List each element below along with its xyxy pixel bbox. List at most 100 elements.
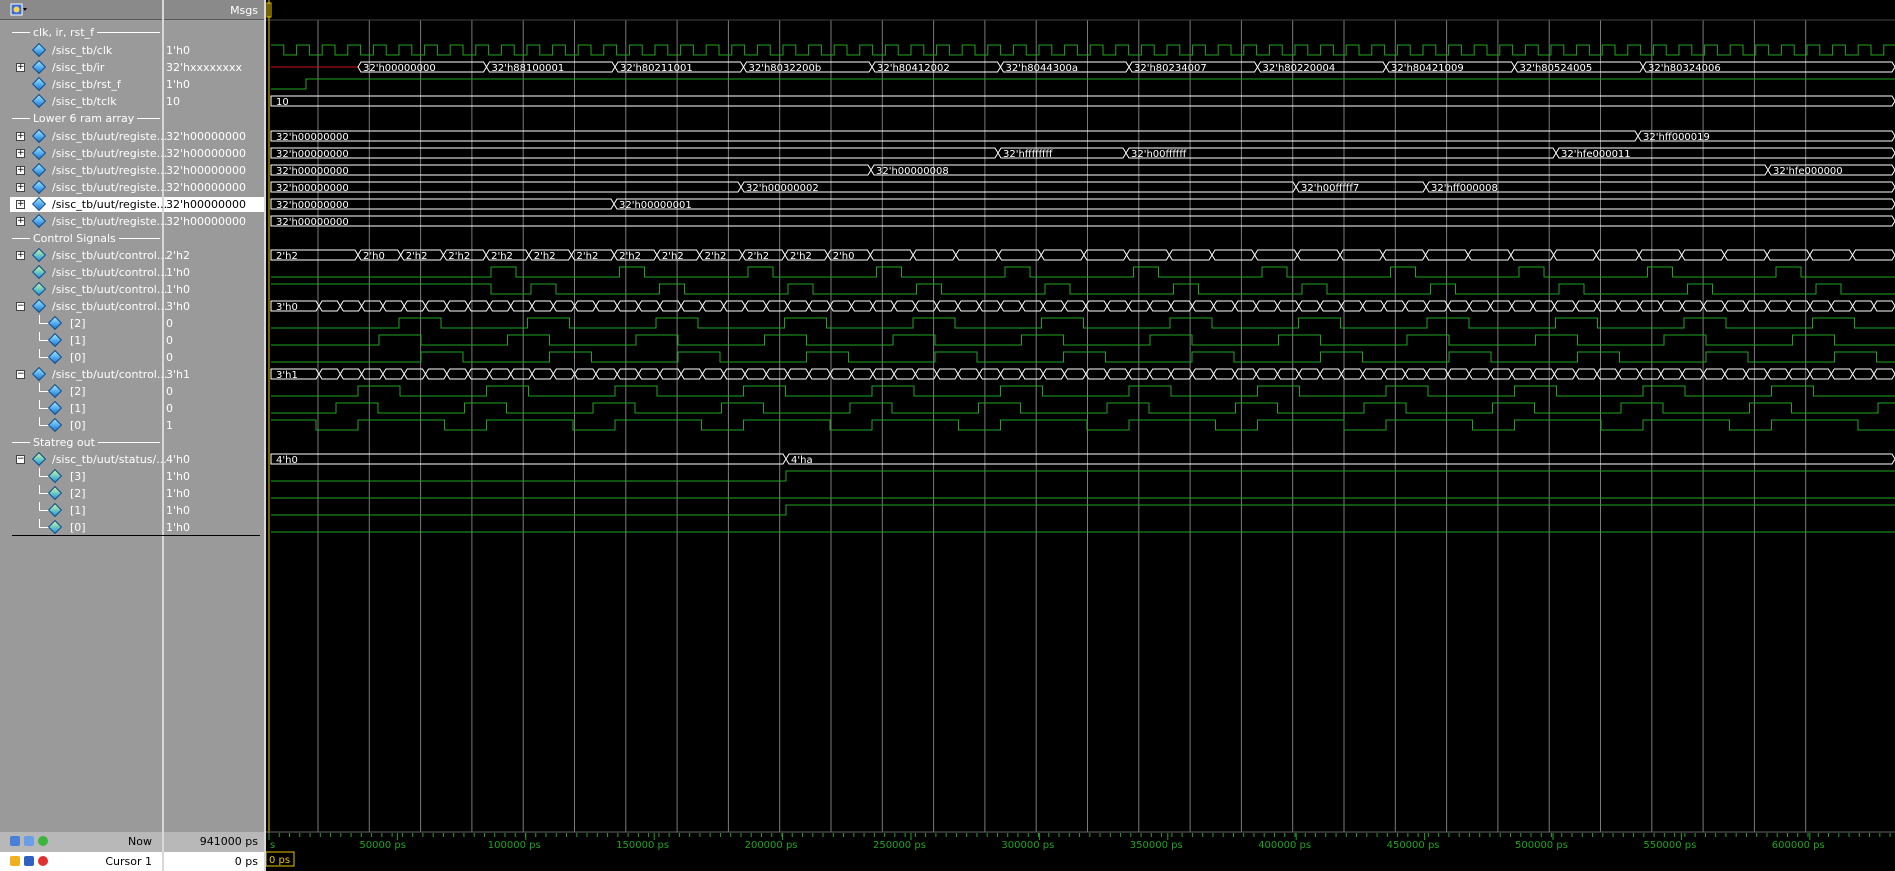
ir-bus-label: 32'h8044300a [1006,63,1078,74]
ctl0-bus-label: 2'h2 [577,251,599,262]
ctl3-bus-segment [1852,300,1875,312]
signal-name: [0] [70,419,86,432]
ctl4-bus-segment [765,368,789,380]
timeline-tick-label: 50000 ps [359,840,406,851]
ctl3-bus-segment [1042,300,1066,312]
ctl4-bus-label: 3'h1 [276,370,298,381]
expand-icon[interactable]: + [16,200,25,209]
expand-icon[interactable]: + [16,217,25,226]
ctl4-bus-segment [1489,368,1513,380]
expand-icon[interactable]: + [16,251,25,260]
reg1-bus-label: 32'h00000000 [276,149,349,160]
waveform-pane[interactable]: 32'h00000000 32'h88100001 32'h80211001 32'h… [266,0,1895,871]
output-signal-icon [31,451,47,467]
signal-row[interactable]: + /sisc_tb/uut/control... 2'h2 [0,247,264,264]
signal-row[interactable]: − /sisc_tb/uut/status/... 4'h0 [0,451,264,468]
signal-row[interactable]: [2] 0 [0,315,264,332]
expand-icon[interactable]: + [16,149,25,158]
waveform-canvas[interactable]: 32'h00000000 32'h88100001 32'h80211001 32'h… [266,0,1895,871]
ctl3-bus-segment [1426,300,1449,312]
signal-row[interactable]: + /sisc_tb/ir 32'hxxxxxxxx [0,59,264,76]
signal-row[interactable]: /sisc_tb/tclk 10 [0,93,264,110]
signal-row[interactable]: /sisc_tb/uut/control... 1'h0 [0,281,264,298]
ctl4-bus-segment [403,368,427,380]
ctl3-bus-segment [616,300,640,312]
signal-value: 32'h00000000 [166,215,246,228]
pencil-icon[interactable] [24,856,34,866]
signal-row[interactable]: [0] 1'h0 [0,519,264,536]
ctl4-bus-segment [1234,368,1257,380]
ctl3-bus-segment [701,300,725,312]
signal-row[interactable]: /sisc_tb/uut/control... 1'h0 [0,264,264,281]
signal-row[interactable]: + /sisc_tb/uut/registe... 32'h00000000 [0,128,264,145]
signal-row-selected[interactable]: + /sisc_tb/uut/registe... 32'h00000000 [0,196,264,213]
reg0-bus-segment [270,130,1639,142]
input-signal-icon [47,349,63,365]
ctl0-bus-segment [1510,249,1555,261]
signal-row[interactable]: − /sisc_tb/uut/control... 3'h1 [0,366,264,383]
ctl0-bus-segment [1766,249,1811,261]
output-signal-icon [47,502,63,518]
ctl3-bus-segment [1191,300,1215,312]
delete-cursor-icon[interactable] [38,856,48,866]
ir-bus-label: 32'h80220004 [1263,63,1336,74]
ctl0-bus-label: 2'h2 [619,251,641,262]
signal-row[interactable]: /sisc_tb/rst_f 1'h0 [0,76,264,93]
reg3-bus-label: 32'hff000008 [1431,183,1498,194]
cursor-bar-values: 941000 ps 0 ps [164,832,264,871]
ctl3-bus-segment [1532,300,1555,312]
ctl0-bus-segment [1595,249,1640,261]
reg3-bus-label: 32'h00000002 [746,183,819,194]
zoom-icon[interactable] [10,836,20,846]
expand-icon[interactable]: + [16,63,25,72]
now-value: 941000 ps [199,835,258,848]
ctl0-bus-label: 2'h0 [363,251,385,262]
collapse-icon[interactable]: − [16,455,25,464]
ctl4-bus-segment [1213,368,1236,380]
output-signal-icon [47,468,63,484]
signal-row[interactable]: /sisc_tb/clk 1'h0 [0,42,264,59]
signal-row[interactable]: + /sisc_tb/uut/registe... 32'h00000000 [0,213,264,230]
signal-row[interactable]: [1] 1'h0 [0,502,264,519]
signal-row[interactable]: [3] 1'h0 [0,468,264,485]
expand-icon[interactable]: + [16,132,25,141]
ctl3-bus-segment [424,300,448,312]
signal-row[interactable]: [0] 1 [0,417,264,434]
reg4-bus-label: 32'h00000000 [276,200,349,211]
signal-row[interactable]: + /sisc_tb/uut/registe... 32'h00000000 [0,145,264,162]
expand-icon[interactable]: + [16,183,25,192]
output-signal-icon [47,485,63,501]
reg0-bus-label: 32'h00000000 [276,132,349,143]
ctl3-bus-segment [1383,300,1406,312]
cursor-row[interactable]: Cursor 1 [0,852,162,871]
ir-bus-label: 32'h80324006 [1648,63,1721,74]
ctl4-bus-segment [872,368,895,380]
ctl0-bus-segment [1126,249,1170,261]
signal-row[interactable]: − /sisc_tb/uut/control... 3'h0 [0,298,264,315]
ir-bus-label: 32'h80234007 [1134,63,1207,74]
group-divider: Lower 6 ram array [0,110,160,127]
input-signal-icon [47,417,63,433]
signal-row[interactable]: [2] 0 [0,383,264,400]
ctl4-bus-segment [936,368,959,380]
ctl0-bus-segment [1254,249,1298,261]
signal-row[interactable]: [0] 0 [0,349,264,366]
collapse-icon[interactable]: − [16,370,25,379]
signal-row[interactable]: + /sisc_tb/uut/registe... 32'h00000000 [0,179,264,196]
cursor-add-icon[interactable] [24,836,34,846]
collapse-icon[interactable]: − [16,302,25,311]
ctl3-bus-segment [1553,300,1577,312]
signal-row[interactable]: + /sisc_tb/uut/registe... 32'h00000000 [0,162,264,179]
signal-row[interactable]: [1] 0 [0,332,264,349]
signal-row[interactable]: [2] 1'h0 [0,485,264,502]
ctl0-bus-label: 2'h2 [406,251,428,262]
expand-icon[interactable]: + [16,166,25,175]
add-cursor-icon[interactable] [38,836,48,846]
signal-row[interactable]: [1] 0 [0,400,264,417]
ctl4-bus-segment [574,368,597,380]
lock-icon[interactable] [10,856,20,866]
signal-value: 0 [166,334,173,347]
ctl4-bus-segment [1170,368,1193,380]
ctl0-bus-segment [1723,249,1768,261]
status-bus-segment [785,453,1895,465]
